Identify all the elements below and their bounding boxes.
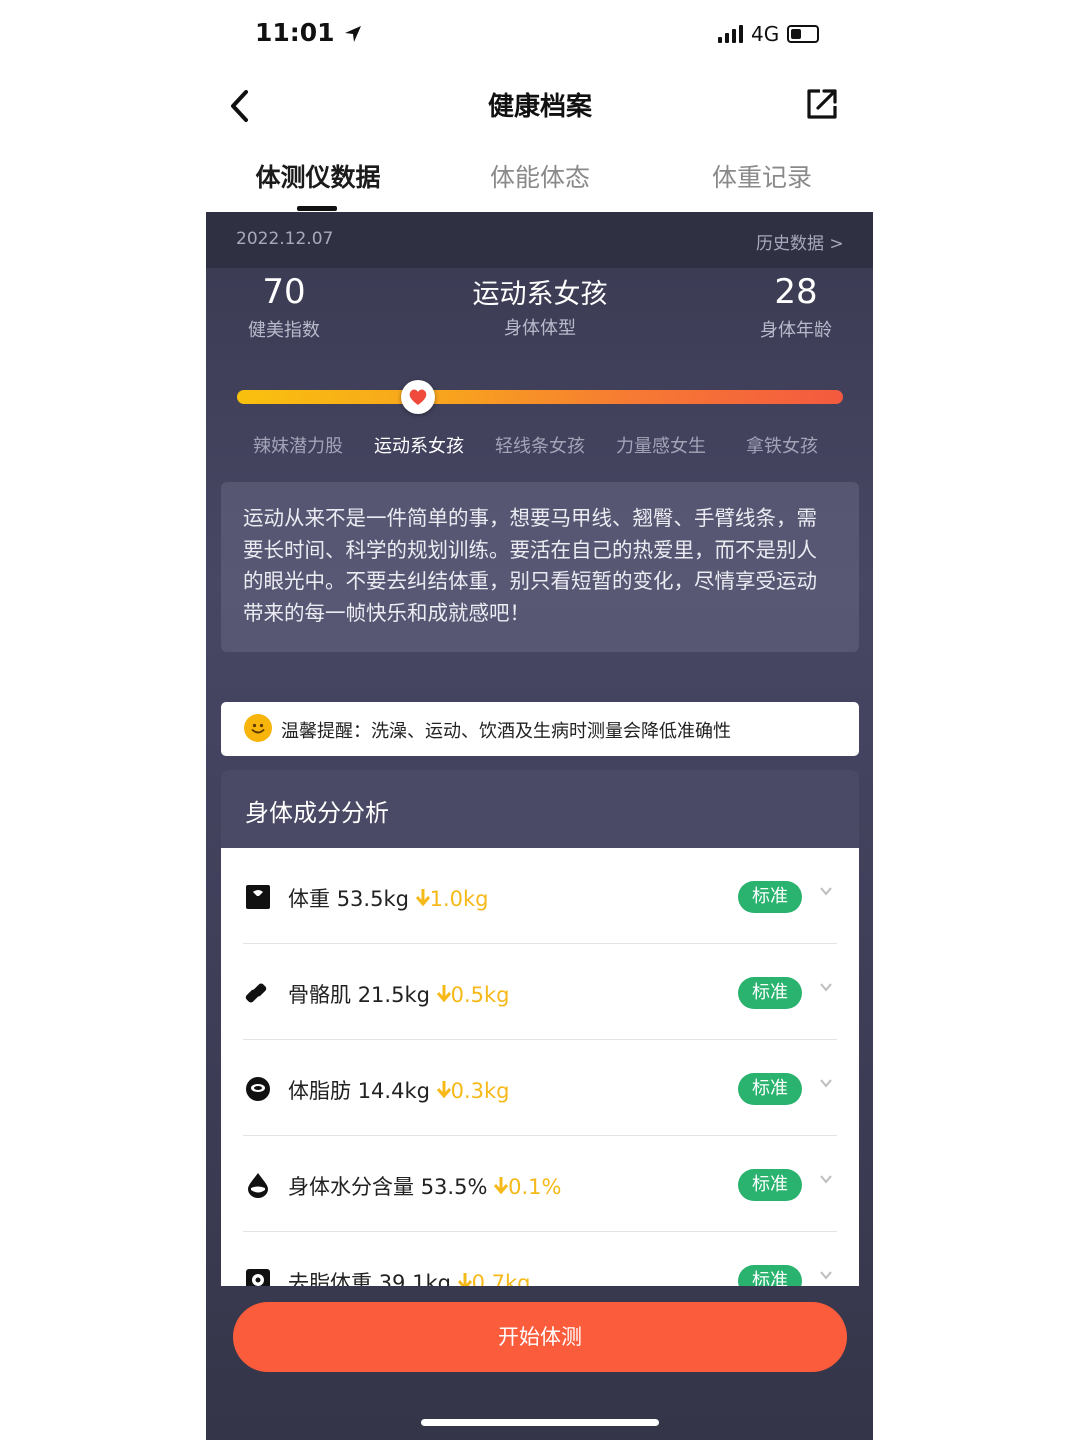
chevron-down-icon[interactable] <box>819 1076 833 1090</box>
analysis-row-body-water[interactable]: 身体水分含量 53.5% 0.1% 标准 <box>221 1136 859 1232</box>
smiley-icon <box>244 714 272 742</box>
home-indicator <box>421 1419 659 1426</box>
chevron-down-icon[interactable] <box>819 884 833 898</box>
history-data-link[interactable]: 历史数据 > <box>756 229 844 254</box>
analysis-row-weight[interactable]: 体重 53.5kg 1.0kg 标准 <box>221 848 859 944</box>
fitness-index-label: 健美指数 <box>248 320 320 341</box>
body-age-label: 身体年龄 <box>760 320 832 341</box>
body-age-value: 28 <box>774 272 818 312</box>
fat-icon <box>246 1077 270 1101</box>
body-type-scale-track <box>237 390 843 404</box>
analysis-row-lean-mass[interactable]: 去脂体重 39.1kg 0.7kg 标准 <box>221 1232 859 1286</box>
battery-icon <box>787 25 820 43</box>
status-badge: 标准 <box>738 977 802 1009</box>
scale-icon <box>246 885 270 909</box>
status-badge: 标准 <box>738 881 802 913</box>
water-drop-icon <box>248 1173 268 1198</box>
lean-mass-icon <box>246 1269 270 1286</box>
tab-weight-record[interactable]: 体重记录 <box>672 158 852 194</box>
tab-fitness-posture[interactable]: 体能体态 <box>450 158 630 194</box>
network-label: 4G <box>751 22 780 46</box>
body-type-scale-knob <box>401 380 435 414</box>
status-indicators: 4G <box>718 22 820 46</box>
status-badge: 标准 <box>738 1169 802 1201</box>
arrow-down-icon <box>457 1273 472 1286</box>
body-type-option: 拿铁女孩 <box>746 436 818 457</box>
analysis-row-skeletal-muscle[interactable]: 骨骼肌 21.5kg 0.5kg 标准 <box>221 944 859 1040</box>
signal-icon <box>718 25 743 43</box>
start-measure-button[interactable]: 开始体测 <box>233 1302 847 1372</box>
measure-date: 2022.12.07 <box>236 229 334 249</box>
location-arrow-icon <box>345 26 362 42</box>
body-type-option: 力量感女生 <box>616 436 706 457</box>
analysis-list: 体重 53.5kg 1.0kg 标准 骨骼肌 21.5kg 0.5kg 标准 体… <box>221 848 859 1286</box>
status-badge: 标准 <box>738 1073 802 1105</box>
analysis-row-body-fat[interactable]: 体脂肪 14.4kg 0.3kg 标准 <box>221 1040 859 1136</box>
share-icon[interactable] <box>804 86 840 122</box>
arrow-down-icon <box>493 1177 509 1195</box>
tip-text: 温馨提醒：洗澡、运动、饮酒及生病时测量会降低准确性 <box>281 721 731 742</box>
body-type-description: 运动从来不是一件简单的事，想要马甲线、翘臀、手臂线条，需要长时间、科学的规划训练… <box>243 506 817 625</box>
body-type-option: 轻线条女孩 <box>495 436 585 457</box>
chevron-down-icon[interactable] <box>819 980 833 994</box>
analysis-row-label: 身体水分含量 53.5% 0.1% <box>288 1175 562 1199</box>
arrow-down-icon <box>436 985 451 1003</box>
body-type-option-selected: 运动系女孩 <box>374 436 464 457</box>
chevron-down-icon[interactable] <box>819 1172 833 1186</box>
analysis-row-label: 体脂肪 14.4kg 0.3kg <box>288 1079 510 1103</box>
tab-body-scale-data[interactable]: 体测仪数据 <box>228 158 408 194</box>
arrow-down-icon <box>436 1081 451 1099</box>
fitness-index-value: 70 <box>262 272 306 312</box>
back-button[interactable] <box>224 86 260 126</box>
chevron-down-icon[interactable] <box>819 1268 833 1282</box>
body-type-value: 运动系女孩 <box>472 279 608 310</box>
heart-icon <box>409 389 427 405</box>
status-badge: 标准 <box>738 1265 802 1286</box>
muscle-icon <box>245 983 267 1003</box>
analysis-title: 身体成分分析 <box>245 799 389 827</box>
page-title: 健康档案 <box>487 92 592 122</box>
arrow-down-icon <box>415 889 430 907</box>
status-time: 11:01 <box>255 18 363 47</box>
body-type-option: 辣妹潜力股 <box>253 436 343 457</box>
body-type-label: 身体体型 <box>504 318 576 339</box>
analysis-row-label: 体重 53.5kg 1.0kg <box>288 887 489 911</box>
active-tab-indicator <box>297 206 337 211</box>
analysis-row-label: 去脂体重 39.1kg 0.7kg <box>288 1267 531 1286</box>
analysis-row-label: 骨骼肌 21.5kg 0.5kg <box>288 983 510 1007</box>
